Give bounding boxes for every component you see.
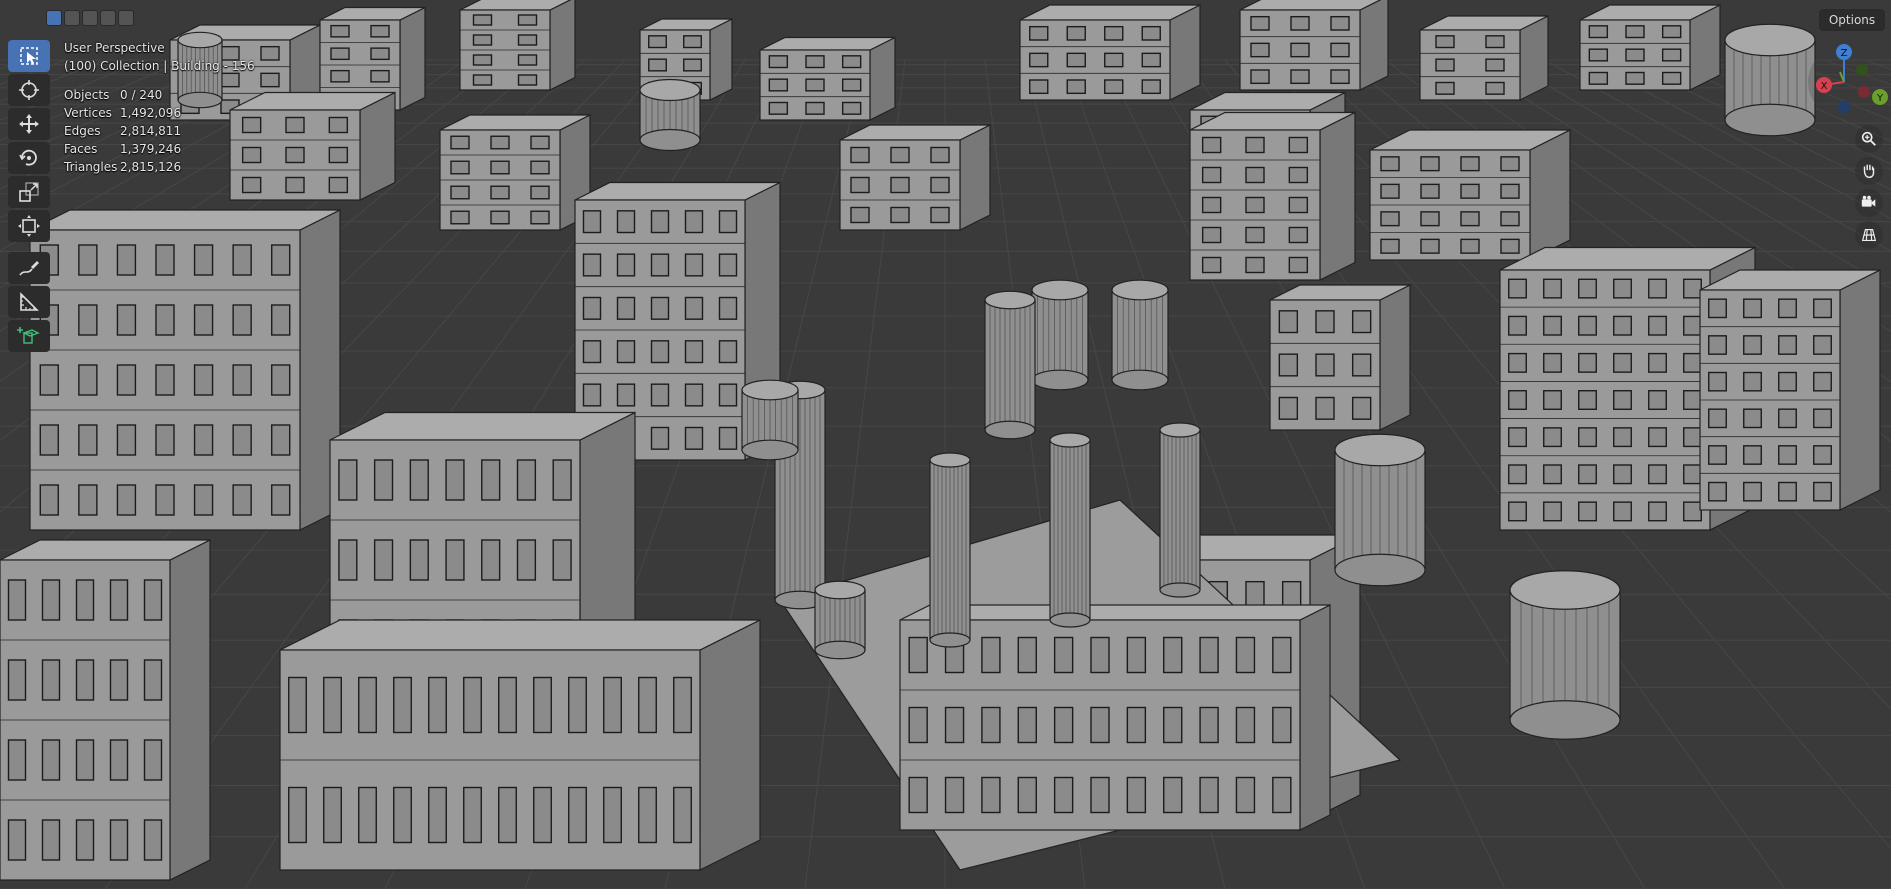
- camera-view-icon: [1861, 195, 1876, 207]
- stat-row: Vertices 1,492,096: [64, 104, 181, 122]
- tool-button[interactable]: [8, 252, 50, 284]
- invert-selection-icon[interactable]: [100, 10, 116, 26]
- zoom-icon: [1861, 131, 1876, 146]
- subtract-selection-icon[interactable]: [82, 10, 98, 26]
- perspective-label: User Perspective: [64, 41, 165, 55]
- tool-button[interactable]: [8, 210, 50, 242]
- city-scene: [0, 0, 1891, 889]
- tank-mesh: [639, 78, 701, 152]
- annotate-icon: [19, 261, 39, 276]
- rotate-icon: [19, 149, 37, 166]
- building-mesh: [1699, 269, 1881, 511]
- gizmo-neg-y-axis[interactable]: [1856, 64, 1868, 76]
- building-mesh: [279, 619, 761, 871]
- stat-label: Objects: [64, 88, 110, 102]
- building-mesh: [839, 124, 991, 231]
- navigation-gizmo[interactable]: Z Y X: [1800, 42, 1888, 122]
- nav-button[interactable]: [1855, 221, 1883, 249]
- building-mesh: [29, 209, 341, 531]
- building-mesh: [1369, 129, 1571, 261]
- move-icon: [19, 114, 39, 134]
- nav-button[interactable]: [1855, 157, 1883, 185]
- tank-mesh: [1049, 432, 1091, 628]
- building-mesh: [0, 539, 211, 881]
- building-mesh: [1579, 4, 1721, 91]
- selection-mode-buttons: [46, 10, 134, 26]
- tank-mesh: [984, 290, 1036, 440]
- toolbar-separator: [8, 244, 50, 250]
- nav-button[interactable]: [1855, 125, 1883, 153]
- stat-label: Vertices: [64, 106, 112, 120]
- building-mesh: [759, 36, 896, 121]
- tank-mesh: [741, 379, 799, 461]
- intersect-selection-icon[interactable]: [118, 10, 134, 26]
- tool-button[interactable]: [8, 142, 50, 174]
- navigation-buttons: [1855, 125, 1883, 249]
- tool-shelf: [8, 40, 50, 352]
- stat-value: 2,815,126: [120, 160, 182, 174]
- building-mesh: [1239, 0, 1389, 91]
- tool-button[interactable]: [8, 320, 50, 352]
- tool-button[interactable]: [8, 176, 50, 208]
- stat-value: 2,814,811: [120, 124, 182, 138]
- ortho-grid-icon: [1861, 229, 1877, 241]
- cursor-icon: [19, 80, 39, 100]
- stat-row: Faces 1,379,246: [64, 140, 181, 158]
- building-mesh: [1189, 111, 1356, 281]
- tank-mesh: [1334, 433, 1426, 587]
- stat-value: 1,492,096: [120, 106, 182, 120]
- gizmo-y-label: Y: [1876, 93, 1884, 104]
- tank-mesh: [814, 580, 866, 660]
- stat-row: Objects 0 / 240: [64, 86, 181, 104]
- transform-icon: [18, 215, 40, 237]
- viewport-info: User Perspective (100) Collection | Buil…: [64, 39, 255, 75]
- collection-label: (100) Collection | Building - 156: [64, 59, 255, 73]
- tank-mesh: [1159, 422, 1201, 598]
- tank-mesh: [1031, 279, 1089, 391]
- building-mesh: [1419, 15, 1549, 101]
- building-mesh: [439, 114, 591, 231]
- tool-button[interactable]: [8, 40, 50, 72]
- tank-mesh: [1111, 279, 1169, 391]
- scale-icon: [19, 182, 39, 202]
- pan-hand-icon: [1863, 164, 1875, 179]
- building-mesh: [459, 0, 576, 91]
- gizmo-neg-x-axis[interactable]: [1858, 86, 1870, 98]
- tank-mesh: [1509, 570, 1621, 740]
- stat-value: 0 / 240: [120, 88, 163, 102]
- stat-label: Triangles: [64, 160, 118, 174]
- building-mesh: [1019, 4, 1201, 101]
- scene-statistics: Objects 0 / 240 Vertices 1,492,096 Edges 2,81…: [64, 86, 181, 176]
- tool-button[interactable]: [8, 286, 50, 318]
- tank-mesh: [929, 452, 971, 648]
- stat-row: Edges 2,814,811: [64, 122, 181, 140]
- nav-button[interactable]: [1855, 189, 1883, 217]
- options-button[interactable]: Options: [1819, 9, 1885, 31]
- 3d-viewport[interactable]: User Perspective (100) Collection | Buil…: [0, 0, 1891, 889]
- extend-selection-icon[interactable]: [64, 10, 80, 26]
- gizmo-x-label: X: [1821, 81, 1828, 92]
- tool-button[interactable]: [8, 108, 50, 140]
- measure-icon: [20, 292, 39, 311]
- select-box-icon: [20, 47, 38, 65]
- add-cube-icon: [17, 327, 40, 344]
- stat-row: Triangles 2,815,126: [64, 158, 181, 176]
- set-selection-icon[interactable]: [46, 10, 62, 26]
- gizmo-z-label: Z: [1841, 48, 1848, 59]
- stat-label: Edges: [64, 124, 101, 138]
- building-mesh: [1269, 284, 1411, 431]
- stat-label: Faces: [64, 142, 98, 156]
- tool-button[interactable]: [8, 74, 50, 106]
- gizmo-neg-z-axis[interactable]: [1838, 101, 1850, 113]
- building-mesh: [229, 91, 396, 201]
- stat-value: 1,379,246: [120, 142, 182, 156]
